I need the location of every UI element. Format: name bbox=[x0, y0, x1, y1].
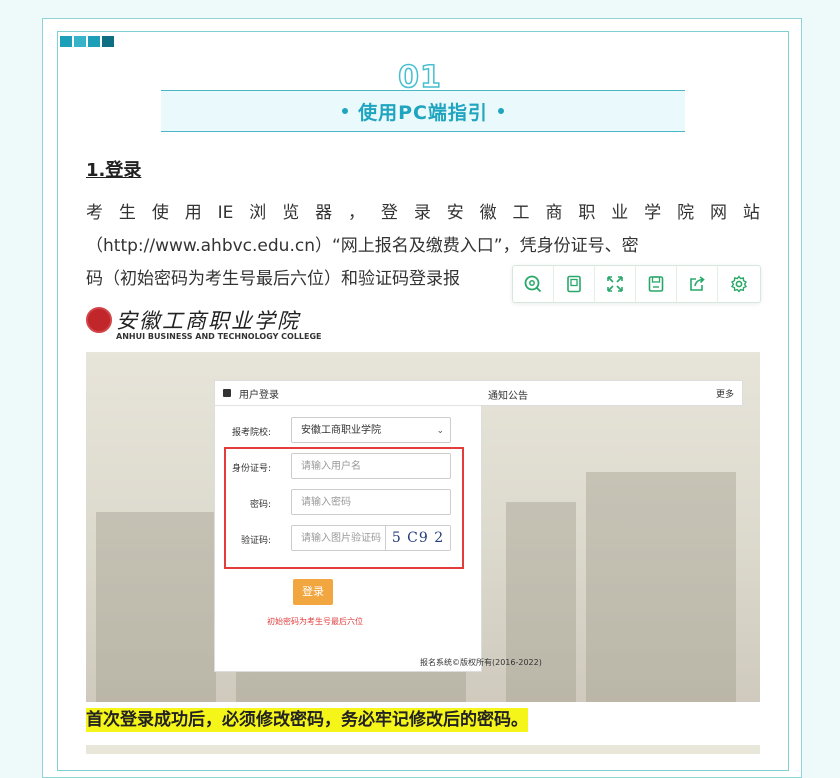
login-panel-header: 用户登录 bbox=[215, 381, 481, 406]
title-dot-right bbox=[497, 108, 504, 114]
password-warning: 首次登录成功后，必须修改密码，务必牢记修改后的密码。 bbox=[86, 708, 528, 732]
paragraph-char: 录 bbox=[413, 203, 431, 223]
captcha-input[interactable]: 请输入图片验证码 5 C9 2 bbox=[291, 525, 451, 551]
square-4 bbox=[102, 36, 114, 47]
captcha-label: 验证码: bbox=[240, 536, 271, 546]
id-row: 身份证号: 请输入用户名 bbox=[215, 453, 481, 481]
square-3 bbox=[88, 36, 100, 47]
school-name-en: ANHUI BUSINESS AND TECHNOLOGY COLLEGE bbox=[116, 332, 322, 341]
paragraph-char: 业 bbox=[611, 203, 629, 223]
chevron-down-icon: ⌄ bbox=[436, 426, 444, 436]
paragraph-char: 使 bbox=[151, 203, 169, 223]
login-button[interactable]: 登录 bbox=[293, 579, 333, 605]
lock-icon bbox=[223, 389, 231, 397]
building-silhouette bbox=[506, 502, 576, 702]
notice-more-link[interactable]: 更多 bbox=[716, 387, 734, 400]
notice-title: 通知公告 bbox=[488, 391, 528, 402]
captcha-placeholder: 请输入图片验证码 bbox=[301, 533, 381, 544]
password-input[interactable]: 请输入密码 bbox=[291, 489, 451, 515]
id-input[interactable]: 请输入用户名 bbox=[291, 453, 451, 479]
step-heading: 1.登录 bbox=[86, 160, 142, 181]
paragraph-char: 用 bbox=[184, 203, 202, 223]
section-title: 使用PC端指引 bbox=[358, 101, 488, 124]
title-dot-left bbox=[342, 108, 349, 114]
paragraph-line-1: 考生使用 IE 浏览器 ， 登录安徽工商职业学院网站 bbox=[86, 197, 760, 230]
paragraph-char: 网 bbox=[709, 203, 727, 223]
square-1 bbox=[60, 36, 72, 47]
notice-panel-header: 通知公告 更多 bbox=[480, 380, 743, 406]
embedded-login-screenshot: 安徽工商职业学院 ANHUI BUSINESS AND TECHNOLOGY C… bbox=[86, 302, 760, 702]
paragraph-char: 考 bbox=[86, 203, 103, 223]
paragraph-char: 职 bbox=[578, 203, 596, 223]
paragraph-char: 浏 bbox=[249, 203, 267, 223]
paragraph-char: 徽 bbox=[479, 203, 497, 223]
paragraph-char: IE bbox=[217, 203, 234, 223]
share-icon[interactable] bbox=[677, 266, 718, 302]
next-image-edge bbox=[86, 745, 760, 754]
paragraph-char: 器 bbox=[315, 203, 333, 223]
page-icon[interactable] bbox=[554, 266, 595, 302]
initial-password-hint: 初始密码为考生号最后六位 bbox=[267, 617, 363, 626]
building-silhouette bbox=[96, 512, 216, 702]
school-header: 安徽工商职业学院 ANHUI BUSINESS AND TECHNOLOGY C… bbox=[86, 302, 760, 352]
school-label: 报考院校: bbox=[231, 428, 271, 438]
school-select-value: 安徽工商职业学院 bbox=[301, 425, 381, 436]
password-label: 密码: bbox=[249, 500, 271, 510]
captcha-image[interactable]: 5 C9 2 bbox=[385, 526, 450, 550]
id-label: 身份证号: bbox=[231, 464, 271, 474]
settings-icon[interactable] bbox=[718, 266, 759, 302]
building-silhouette bbox=[586, 472, 736, 702]
paragraph-char: 登 bbox=[380, 203, 398, 223]
paragraph-char: 安 bbox=[446, 203, 464, 223]
save-icon[interactable] bbox=[636, 266, 677, 302]
decorative-squares bbox=[60, 36, 114, 47]
school-seal-icon bbox=[86, 307, 112, 333]
paragraph-char: 院 bbox=[677, 203, 695, 223]
search-zoom-icon[interactable] bbox=[513, 266, 554, 302]
school-row: 报考院校: 安徽工商职业学院 ⌄ bbox=[215, 417, 481, 445]
paragraph-char: 商 bbox=[545, 203, 563, 223]
paragraph-char: 工 bbox=[512, 203, 530, 223]
paragraph-char: ， bbox=[348, 203, 366, 223]
school-select[interactable]: 安徽工商职业学院 ⌄ bbox=[291, 417, 451, 443]
copyright-text: 报名系统©版权所有(2016-2022) bbox=[420, 658, 542, 667]
paragraph-char: 览 bbox=[282, 203, 300, 223]
paragraph-char: 站 bbox=[742, 203, 760, 223]
login-panel-title: 用户登录 bbox=[239, 389, 279, 401]
fullscreen-icon[interactable] bbox=[595, 266, 636, 302]
paragraph-line-2: （http://www.ahbvc.edu.cn）“网上报名及缴费入口”，凭身份… bbox=[86, 236, 639, 256]
paragraph-char: 学 bbox=[644, 203, 662, 223]
floating-image-toolbar bbox=[512, 265, 761, 303]
captcha-row: 验证码: 请输入图片验证码 5 C9 2 bbox=[215, 525, 481, 553]
password-row: 密码: 请输入密码 bbox=[215, 489, 481, 517]
section-title-bar: 使用PC端指引 bbox=[161, 90, 685, 132]
login-panel: 用户登录 报考院校: 安徽工商职业学院 ⌄ 身份证号: 请输入用户名 密码: 请… bbox=[214, 380, 482, 672]
paragraph-char: 生 bbox=[118, 203, 136, 223]
square-2 bbox=[74, 36, 86, 47]
school-name-cn: 安徽工商职业学院 bbox=[116, 309, 300, 333]
